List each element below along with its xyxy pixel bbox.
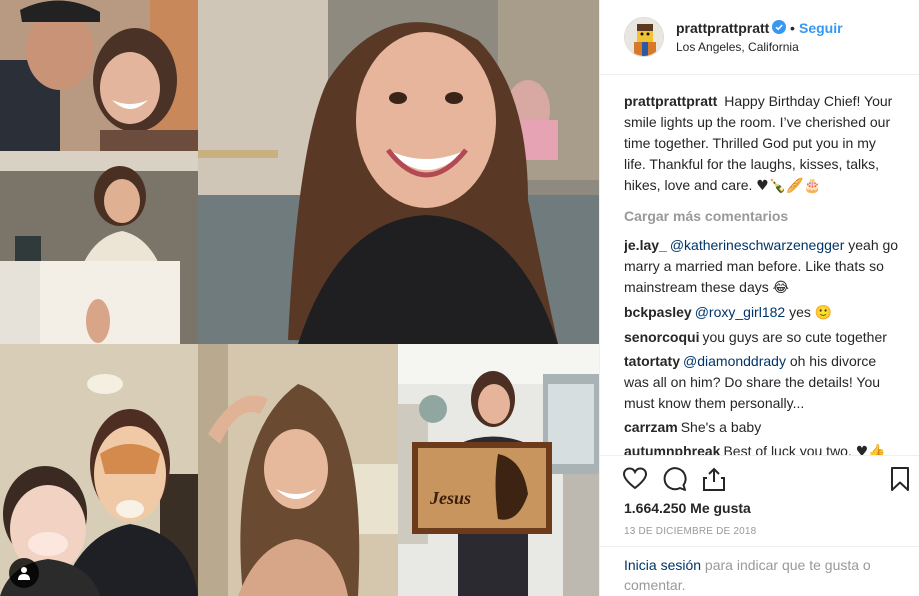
login-link[interactable]: Inicia sesión	[624, 557, 701, 573]
comment-emoji: 🙂	[814, 305, 833, 321]
action-bar	[600, 455, 919, 501]
comment-username[interactable]: autumnphreak	[624, 443, 720, 455]
caption-username[interactable]: prattprattpratt	[624, 93, 717, 109]
comment-text: yes	[789, 304, 811, 320]
comment-text: Best of luck you two.	[723, 443, 852, 455]
collage-photo-messy-hair	[198, 344, 398, 596]
follow-button[interactable]: Seguir	[799, 20, 843, 36]
login-prompt: Inicia sesión para indicar que te gusta …	[600, 546, 919, 596]
comment-username[interactable]: carrzam	[624, 419, 678, 435]
user-tag-icon	[18, 567, 30, 580]
collage-photo-robe	[0, 151, 198, 344]
comment-row: carrzam She's a baby	[624, 417, 900, 438]
comment-rows: je.lay_ @katherineschwarzenegger yeah go …	[624, 235, 900, 455]
load-more-comments-button[interactable]: Cargar más comentarios	[624, 206, 900, 227]
collage-photo-jesus-sign: Jesus	[398, 344, 599, 596]
comment-emoji: 😂	[772, 280, 789, 296]
comment-row: tatortaty @diamonddrady oh his divorce wa…	[624, 351, 900, 414]
comment-row: bckpasley @roxy_girl182 yes 🙂	[624, 302, 900, 324]
comment-text: She's a baby	[680, 419, 762, 435]
comment-row: je.lay_ @katherineschwarzenegger yeah go …	[624, 235, 900, 299]
user-tag-button[interactable]	[9, 558, 39, 588]
heart-icon[interactable]	[622, 466, 648, 492]
comments-list[interactable]: prattprattpratt Happy Birthday Chief! Yo…	[624, 91, 900, 455]
header-username-link[interactable]: prattprattpratt	[676, 20, 769, 36]
collage-photo-portrait	[198, 0, 599, 344]
header-separator: •	[790, 20, 795, 36]
comment-row: senorcoqui you guys are so cute together	[624, 327, 900, 348]
comment-mention[interactable]: @diamonddrady	[683, 353, 786, 369]
comment-username[interactable]: je.lay_	[624, 237, 667, 253]
avatar[interactable]	[624, 17, 664, 57]
comment-username[interactable]: senorcoqui	[624, 329, 699, 345]
post-date: 13 DE DICIEMBRE DE 2018	[624, 526, 757, 537]
post-side-panel: prattprattpratt • Seguir Los Angeles, Ca…	[599, 0, 919, 596]
post-photo-collage[interactable]: Jesus	[0, 0, 599, 596]
verified-badge-icon	[772, 20, 786, 34]
comment-mention[interactable]: @roxy_girl182	[695, 304, 785, 320]
comment-icon[interactable]	[662, 466, 688, 492]
comment-text: you guys are so cute together	[702, 329, 887, 345]
comment-emoji: ♥👍	[855, 444, 886, 455]
bookmark-icon[interactable]	[887, 466, 913, 492]
collage-photo-kiss	[0, 0, 198, 151]
likes-count[interactable]: 1.664.250 Me gusta	[624, 500, 751, 516]
comment-username[interactable]: bckpasley	[624, 304, 692, 320]
location-link[interactable]: Los Angeles, California	[676, 40, 799, 54]
comment-username[interactable]: tatortaty	[624, 353, 680, 369]
comment-row: autumnphreak Best of luck you two. ♥👍	[624, 441, 900, 455]
share-icon[interactable]	[701, 466, 727, 492]
post-header: prattprattpratt • Seguir Los Angeles, Ca…	[600, 0, 919, 75]
caption-emoji: ♥🍾🥖🎂	[756, 178, 822, 194]
comment-mention[interactable]: @katherineschwarzenegger	[670, 237, 845, 253]
caption: prattprattpratt Happy Birthday Chief! Yo…	[624, 91, 900, 197]
sign-jesus-text: Jesus	[429, 488, 471, 508]
